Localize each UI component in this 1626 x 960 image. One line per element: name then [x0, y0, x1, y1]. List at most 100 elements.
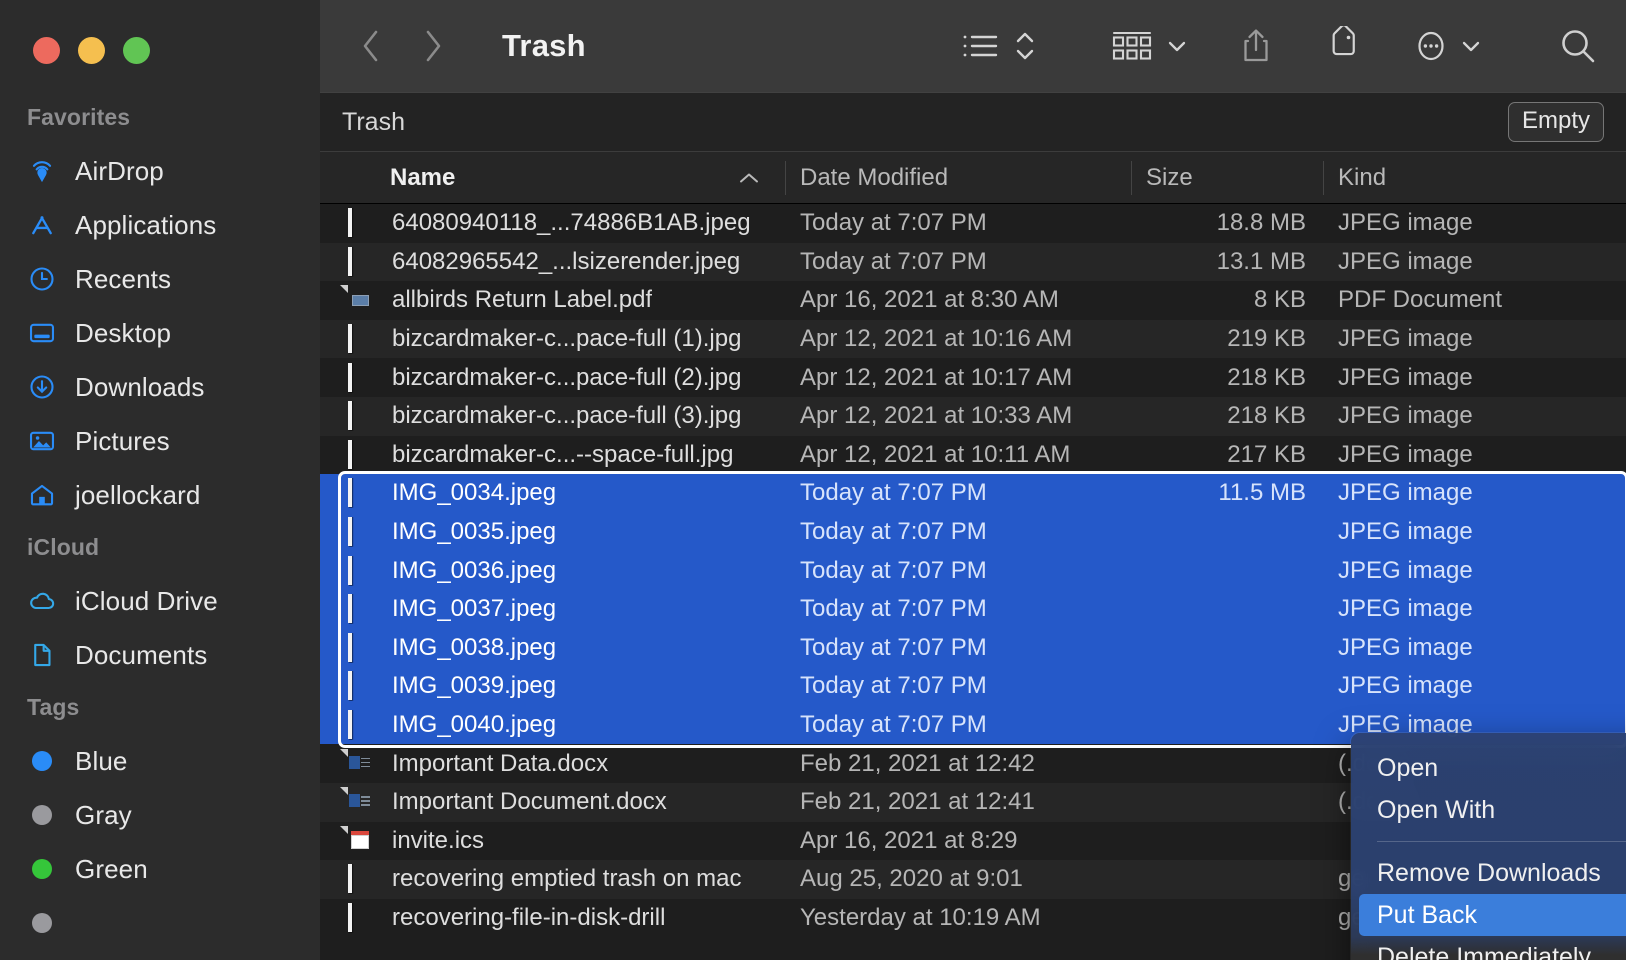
sidebar-item-icloud-drive[interactable]: iCloud Drive [0, 574, 320, 628]
menu-item-remove-downloads[interactable]: Remove Downloads [1351, 852, 1626, 894]
share-icon[interactable] [1238, 18, 1274, 74]
sidebar: Favorites AirDrop Applications Recents D… [0, 0, 320, 960]
table-row[interactable]: bizcardmaker-c...pace-full (3).jpg Apr 12… [320, 396, 1626, 436]
back-button[interactable] [356, 25, 386, 67]
menu-item-label: Put Back [1377, 900, 1478, 929]
table-row[interactable]: bizcardmaker-c...pace-full (2).jpg Apr 12… [320, 358, 1626, 397]
file-name-label: recovering-file-in-disk-drill [392, 903, 666, 931]
column-header-name[interactable]: Name [320, 152, 786, 204]
chevron-down-icon[interactable] [1166, 18, 1188, 74]
table-row[interactable]: IMG_0037.jpeg Today at 7:07 PM JPEG image [320, 589, 1626, 629]
window-icon [348, 864, 352, 894]
table-row[interactable]: allbirds Return Label.pdf Apr 16, 2021 at… [320, 281, 1626, 320]
list-view-icon[interactable] [960, 18, 1000, 74]
file-kind-cell: JPEG image [1338, 325, 1473, 353]
sidebar-item-label: Green [75, 853, 148, 884]
trash-label: Trash [342, 107, 405, 136]
column-header-date-modified[interactable]: Date Modified [786, 152, 1132, 204]
sidebar-item-documents[interactable]: Documents [0, 628, 320, 682]
file-kind-cell: JPEG image [1338, 672, 1473, 700]
file-name-cell: bizcardmaker-c...pace-full (3).jpg [320, 401, 786, 431]
table-row[interactable]: 64082965542_...lsizerender.jpeg Today at … [320, 242, 1626, 282]
group-by-icon[interactable] [1110, 18, 1156, 74]
file-name-label: allbirds Return Label.pdf [392, 286, 653, 314]
search-icon[interactable] [1556, 18, 1600, 74]
sidebar-item-label: joellockard [75, 479, 201, 510]
tag-dot-icon [27, 800, 57, 830]
file-kind-cell: JPEG image [1338, 595, 1473, 623]
table-row[interactable]: IMG_0035.jpeg Today at 7:07 PM JPEG image [320, 512, 1626, 552]
sort-updown-icon[interactable] [1014, 18, 1036, 74]
column-headers: Name Date Modified Size Kind [320, 152, 1626, 204]
file-name-cell: 17invite.ics [320, 826, 786, 856]
file-name-cell: bizcardmaker-c...--space-full.jpg [320, 439, 786, 470]
sidebar-item-tag-green[interactable]: Green [0, 842, 320, 896]
table-row[interactable]: IMG_0039.jpeg Today at 7:07 PM JPEG image [320, 667, 1626, 706]
sidebar-item-pictures[interactable]: Pictures [0, 414, 320, 468]
toolbar: Trash [320, 0, 1626, 92]
column-header-name-label: Name [390, 163, 456, 191]
file-name-cell: WImportant Document.docx [320, 787, 786, 817]
document-icon [27, 640, 57, 670]
menu-item-delete-immediately[interactable]: Delete Immediately... [1351, 936, 1626, 960]
file-name-label: IMG_0038.jpeg [392, 633, 557, 661]
sidebar-item-tag-gray[interactable]: Gray [0, 788, 320, 842]
photo-thumb-icon [348, 555, 352, 585]
file-name-cell: bizcardmaker-c...pace-full (1).jpg [320, 324, 786, 354]
sidebar-item-label: Pictures [75, 425, 170, 456]
file-name-label: IMG_0040.jpeg [392, 711, 557, 739]
menu-item-label: Open [1377, 753, 1439, 782]
file-date-cell: Feb 21, 2021 at 12:41 [800, 788, 1035, 816]
ellipsis-circle-icon[interactable] [1412, 18, 1450, 74]
file-date-cell: Feb 21, 2021 at 12:42 [800, 749, 1035, 777]
home-icon [27, 480, 57, 510]
tag-dot-icon [27, 854, 57, 884]
file-name-cell: allbirds Return Label.pdf [320, 285, 786, 315]
file-date-cell: Yesterday at 10:19 AM [800, 903, 1041, 931]
file-name-label: 64082965542_...lsizerender.jpeg [392, 247, 741, 275]
file-list[interactable]: 64080940118_...74886B1AB.jpeg Today at 7:… [320, 204, 1626, 960]
table-row[interactable]: bizcardmaker-c...pace-full (1).jpg Apr 12… [320, 319, 1626, 359]
empty-trash-button[interactable]: Empty [1507, 102, 1604, 142]
file-kind-cell: JPEG image [1338, 363, 1473, 391]
chevron-down-icon[interactable] [1460, 18, 1482, 74]
menu-item-put-back[interactable]: Put Back [1359, 894, 1626, 936]
forward-button[interactable] [418, 25, 448, 67]
table-row[interactable]: IMG_0034.jpeg Today at 7:07 PM 11.5 MB JPEG… [320, 474, 1626, 513]
sidebar-item-downloads[interactable]: Downloads [0, 360, 320, 414]
close-button[interactable] [33, 37, 60, 64]
sidebar-item-tag-blue[interactable]: Blue [0, 734, 320, 788]
photo-thumb-icon [348, 902, 352, 932]
sidebar-item-home[interactable]: joellockard [0, 468, 320, 522]
table-row[interactable]: 64080940118_...74886B1AB.jpeg Today at 7:… [320, 204, 1626, 243]
column-header-kind[interactable]: Kind [1324, 152, 1614, 204]
file-date-cell: Today at 7:07 PM [800, 672, 987, 700]
photo-thumb-icon [348, 246, 352, 276]
file-name-cell: IMG_0039.jpeg [320, 671, 786, 701]
menu-item-open[interactable]: Open [1351, 747, 1626, 789]
context-menu[interactable]: Open Open With Remove Downloads Put Back… [1351, 733, 1626, 960]
tag-icon[interactable] [1324, 18, 1362, 74]
file-date-cell: Today at 7:07 PM [800, 518, 987, 546]
sidebar-item-tag-partial[interactable] [0, 896, 320, 950]
menu-item-open-with[interactable]: Open With [1351, 789, 1626, 831]
sidebar-item-recents[interactable]: Recents [0, 252, 320, 306]
file-size-cell: 219 KB [1227, 325, 1306, 353]
table-row[interactable]: IMG_0036.jpeg Today at 7:07 PM JPEG image [320, 551, 1626, 590]
column-header-size[interactable]: Size [1132, 152, 1324, 204]
file-name-label: IMG_0037.jpeg [392, 595, 557, 623]
sidebar-item-applications[interactable]: Applications [0, 198, 320, 252]
file-name-label: invite.ics [392, 826, 485, 854]
zoom-button[interactable] [123, 37, 150, 64]
sidebar-item-airdrop[interactable]: AirDrop [0, 144, 320, 198]
table-row[interactable]: IMG_0038.jpeg Today at 7:07 PM JPEG image [320, 628, 1626, 668]
file-size-cell: 218 KB [1227, 363, 1306, 391]
file-name-label: bizcardmaker-c...pace-full (1).jpg [392, 325, 742, 353]
file-size-cell: 218 KB [1227, 402, 1306, 430]
file-kind-cell: JPEG image [1338, 479, 1473, 507]
file-kind-cell: JPEG image [1338, 247, 1473, 275]
sidebar-item-desktop[interactable]: Desktop [0, 306, 320, 360]
file-name-cell: IMG_0040.jpeg [320, 710, 786, 740]
minimize-button[interactable] [78, 37, 105, 64]
table-row[interactable]: bizcardmaker-c...--space-full.jpg Apr 12,… [320, 436, 1626, 475]
